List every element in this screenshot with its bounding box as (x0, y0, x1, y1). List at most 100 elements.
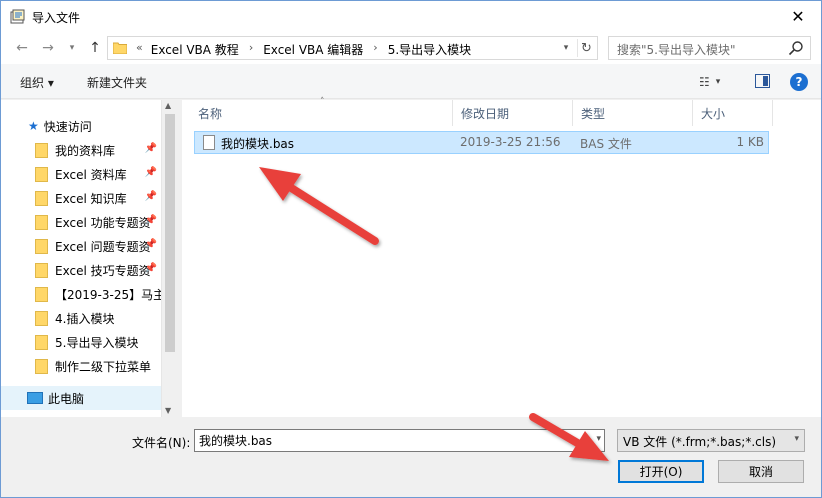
sidebar-item-label: 4.插入模块 (55, 311, 115, 326)
import-file-dialog: 导入文件 ✕ ← → ▾ ↑ « Excel VBA 教程 › Excel VB… (0, 0, 822, 498)
sidebar-item-folder[interactable]: 制作二级下拉菜单 (1, 354, 161, 378)
chevron-down-icon: ▾ (794, 434, 799, 444)
back-button[interactable]: ← (12, 39, 32, 57)
sidebar-item-label: 5.导出导入模块 (55, 335, 139, 350)
file-list: ˄ 名称 修改日期 类型 大小 我的模块.bas 2019-3-25 21:56… (182, 97, 821, 417)
sidebar-item-label: Excel 知识库 (55, 191, 127, 206)
sidebar-item-folder[interactable]: Excel 问题专题资 📌 (1, 234, 161, 258)
sidebar-item-label: Excel 问题专题资 (55, 239, 151, 254)
sidebar-item-folder[interactable]: Excel 功能专题资 📌 (1, 210, 161, 234)
app-icon (10, 9, 25, 24)
sidebar-item-label: 快速访问 (43, 119, 92, 134)
change-view-button[interactable]: ☷ ▾ (699, 73, 739, 91)
pin-icon: 📌 (144, 263, 157, 274)
file-type: BAS 文件 (580, 137, 632, 151)
star-icon: ★ (28, 119, 39, 133)
column-header-name[interactable]: 名称 (190, 100, 453, 126)
search-placeholder: 搜索"5.导出导入模块" (617, 43, 736, 57)
sidebar-item-folder[interactable]: 4.插入模块 (1, 306, 161, 330)
chevron-down-icon: ▾ (563, 43, 569, 53)
address-bar[interactable]: « Excel VBA 教程 › Excel VBA 编辑器 › 5.导出导入模… (107, 36, 598, 60)
title-bar: 导入文件 ✕ (1, 1, 821, 32)
folder-icon (35, 358, 48, 374)
filename-field[interactable] (199, 433, 584, 447)
sidebar-item-label: 我的资料库 (55, 143, 116, 158)
forward-button[interactable]: → (38, 39, 58, 57)
search-icon (788, 41, 803, 56)
breadcrumb: « Excel VBA 教程 › Excel VBA 编辑器 › 5.导出导入模… (136, 41, 471, 58)
new-folder-button[interactable]: 新建文件夹 (87, 74, 147, 91)
arrow-up-icon: ↑ (89, 40, 101, 56)
folder-icon (35, 334, 48, 350)
preview-pane-button[interactable] (755, 74, 770, 88)
breadcrumb-item-current[interactable]: 5.导出导入模块 (388, 41, 471, 58)
file-name: 我的模块.bas (221, 137, 295, 151)
folder-icon (35, 142, 48, 158)
breadcrumb-separator: › (248, 41, 254, 54)
close-button[interactable]: ✕ (775, 1, 821, 31)
computer-icon (27, 392, 43, 404)
column-header-date[interactable]: 修改日期 (453, 100, 573, 126)
pin-icon: 📌 (144, 143, 157, 154)
filetype-select[interactable]: VB 文件 (*.frm;*.bas;*.cls) ▾ (617, 429, 805, 452)
view-details-icon: ☷ (699, 75, 710, 89)
sidebar-item-label: 此电脑 (48, 391, 85, 406)
breadcrumb-overflow[interactable]: « (136, 41, 143, 58)
address-dropdown-button[interactable]: ▾ (558, 39, 574, 57)
table-row[interactable]: 我的模块.bas 2019-3-25 21:56 BAS 文件 1 KB (194, 131, 769, 154)
navigation-scrollbar[interactable]: ▲ ▼ (161, 100, 177, 417)
breadcrumb-item-excel-vba-editor[interactable]: Excel VBA 编辑器 (263, 41, 363, 58)
command-bar: 组织 ▾ 新建文件夹 ☷ ▾ ? (1, 64, 821, 99)
column-header-type[interactable]: 类型 (573, 100, 693, 126)
scroll-down-icon[interactable]: ▼ (165, 406, 171, 415)
preview-pane-icon (763, 76, 768, 86)
close-icon: ✕ (791, 6, 805, 26)
sidebar-item-label: Excel 资料库 (55, 167, 127, 182)
folder-icon (35, 310, 48, 326)
sidebar-item-this-pc[interactable]: 此电脑 (1, 386, 161, 410)
filename-combobox[interactable]: ▾ (194, 429, 605, 452)
recent-locations-button[interactable]: ▾ (62, 39, 82, 57)
up-button[interactable]: ↑ (85, 39, 105, 57)
file-icon (203, 135, 215, 150)
help-icon: ? (795, 75, 803, 89)
sidebar-item-folder[interactable]: Excel 知识库 📌 (1, 186, 161, 210)
folder-icon (35, 286, 48, 302)
scroll-up-icon[interactable]: ▲ (165, 101, 171, 110)
sidebar-item-folder[interactable]: Excel 资料库 📌 (1, 162, 161, 186)
folder-icon (35, 238, 48, 254)
sidebar-item-folder[interactable]: 【2019-3-25】马主 (1, 282, 161, 306)
refresh-button[interactable]: ↻ (577, 39, 595, 57)
address-row: ← → ▾ ↑ « Excel VBA 教程 › Excel VBA 编辑器 ›… (1, 32, 821, 64)
cancel-button[interactable]: 取消 (718, 460, 804, 483)
navigation-pane: ★ 快速访问 我的资料库 📌 Excel 资料库 📌 Excel 知识库 📌 E… (1, 100, 177, 417)
arrow-right-icon: → (42, 40, 54, 56)
pin-icon: 📌 (144, 167, 157, 178)
pin-icon: 📌 (144, 239, 157, 250)
folder-icon (35, 214, 48, 230)
sidebar-item-folder[interactable]: 我的资料库 📌 (1, 138, 161, 162)
chevron-down-icon: ▾ (69, 43, 75, 53)
sidebar-item-label: 【2019-3-25】马主 (55, 287, 161, 302)
sidebar-item-label: 制作二级下拉菜单 (55, 359, 152, 374)
sidebar-item-quick-access[interactable]: ★ 快速访问 (1, 114, 161, 138)
sidebar-item-label: Excel 功能专题资 (55, 215, 151, 230)
organize-button[interactable]: 组织 ▾ (20, 74, 54, 91)
open-button[interactable]: 打开(O) (618, 460, 704, 483)
folder-icon (113, 42, 127, 54)
filename-label: 文件名(N): (132, 436, 191, 450)
pin-icon: 📌 (144, 191, 157, 202)
chevron-down-icon[interactable]: ▾ (596, 434, 601, 444)
column-header-size[interactable]: 大小 (693, 100, 773, 126)
filetype-value: VB 文件 (*.frm;*.bas;*.cls) (623, 435, 777, 449)
scrollbar-thumb[interactable] (165, 114, 175, 352)
breadcrumb-separator: › (373, 41, 378, 54)
search-input[interactable]: 搜索"5.导出导入模块" (608, 36, 811, 60)
file-size: 1 KB (736, 135, 764, 149)
breadcrumb-item-excel-vba-tutorial[interactable]: Excel VBA 教程 (151, 41, 239, 58)
help-button[interactable]: ? (790, 73, 808, 91)
folder-icon (35, 166, 48, 182)
dialog-footer: 文件名(N): ▾ VB 文件 (*.frm;*.bas;*.cls) ▾ 打开… (1, 417, 821, 497)
sidebar-item-folder[interactable]: 5.导出导入模块 (1, 330, 161, 354)
sidebar-item-folder[interactable]: Excel 技巧专题资 📌 (1, 258, 161, 282)
